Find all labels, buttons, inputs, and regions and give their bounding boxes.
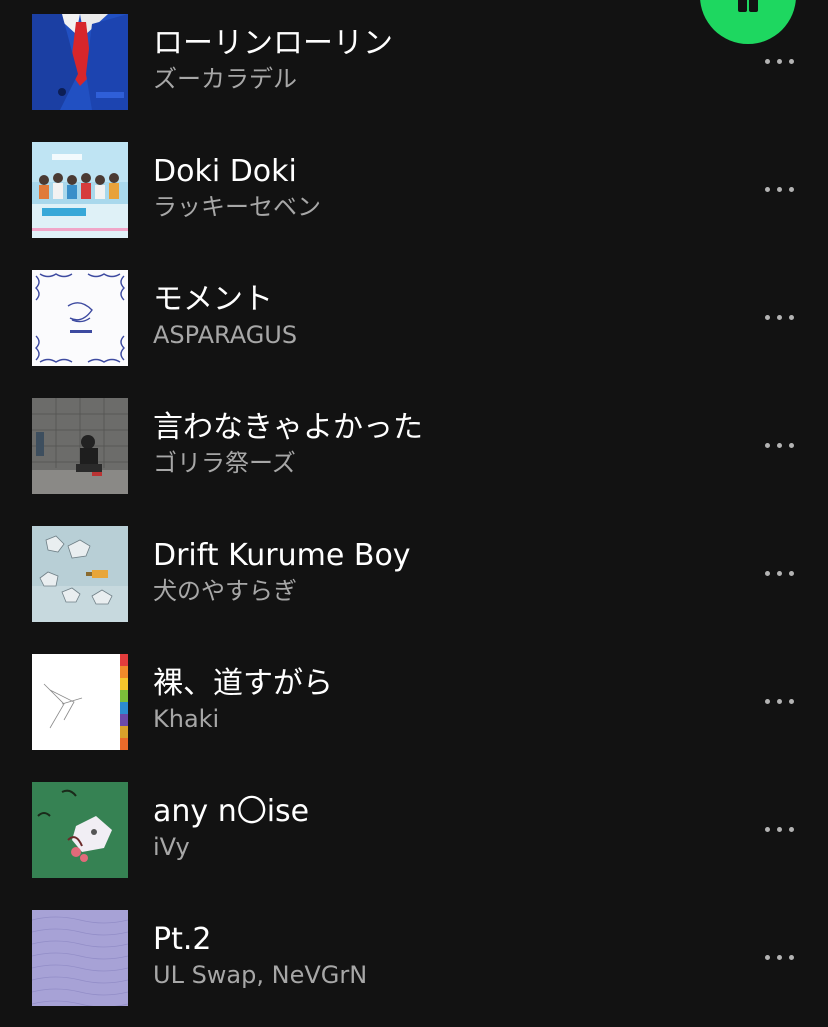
album-cover — [32, 910, 128, 1006]
track-row[interactable]: ローリンローリン ズーカラデル — [0, 14, 828, 142]
track-title: 裸、道すがら — [153, 666, 333, 701]
track-row[interactable]: 言わなきゃよかった ゴリラ祭ーズ — [0, 398, 828, 526]
album-cover — [32, 270, 128, 366]
more-dots-icon — [764, 315, 796, 321]
more-dots-icon — [764, 443, 796, 449]
track-artist: ゴリラ祭ーズ — [153, 449, 296, 477]
more-options-button[interactable] — [756, 50, 804, 74]
more-options-button[interactable] — [756, 306, 804, 330]
track-artist: ASPARAGUS — [153, 321, 298, 349]
track-title: 言わなきゃよかった — [153, 410, 423, 445]
album-cover-art — [32, 526, 128, 622]
more-options-button[interactable] — [756, 690, 804, 714]
track-artist: ズーカラデル — [153, 65, 297, 93]
album-cover-art — [32, 14, 128, 110]
album-cover — [32, 654, 128, 750]
album-cover — [32, 526, 128, 622]
album-cover — [32, 398, 128, 494]
track-title: Pt.2 — [153, 922, 212, 957]
album-cover-art — [32, 270, 128, 366]
track-row[interactable]: Drift Kurume Boy 犬のやすらぎ — [0, 526, 828, 654]
track-row[interactable]: any n〇ise iVy — [0, 782, 828, 910]
more-dots-icon — [764, 699, 796, 705]
more-dots-icon — [764, 59, 796, 65]
track-title: ローリンローリン — [153, 26, 393, 61]
more-options-button[interactable] — [756, 562, 804, 586]
track-artist: Khaki — [153, 705, 220, 733]
album-cover-art — [32, 142, 128, 238]
more-dots-icon — [764, 955, 796, 961]
album-cover-art — [32, 398, 128, 494]
track-artist: UL Swap, NeVGrN — [153, 961, 368, 989]
more-options-button[interactable] — [756, 946, 804, 970]
album-cover — [32, 782, 128, 878]
more-dots-icon — [764, 571, 796, 577]
album-cover — [32, 142, 128, 238]
pause-icon — [732, 0, 764, 12]
track-row[interactable]: Doki Doki ラッキーセベン — [0, 142, 828, 270]
track-artist: 犬のやすらぎ — [153, 577, 297, 605]
album-cover — [32, 14, 128, 110]
track-title: モメント — [153, 282, 273, 317]
track-title: Drift Kurume Boy — [153, 538, 411, 573]
track-row[interactable]: モメント ASPARAGUS — [0, 270, 828, 398]
playlist-screen: ローリンローリン ズーカラデル Doki Doki ラッキーセベン モメント A… — [0, 0, 828, 1027]
more-options-button[interactable] — [756, 434, 804, 458]
more-dots-icon — [764, 187, 796, 193]
track-row[interactable]: Pt.2 UL Swap, NeVGrN — [0, 910, 828, 1027]
track-list: ローリンローリン ズーカラデル Doki Doki ラッキーセベン モメント A… — [0, 14, 828, 1027]
album-cover-art — [32, 654, 128, 750]
track-title: Doki Doki — [153, 154, 297, 189]
more-options-button[interactable] — [756, 818, 804, 842]
more-dots-icon — [764, 827, 796, 833]
more-options-button[interactable] — [756, 178, 804, 202]
track-row[interactable]: 裸、道すがら Khaki — [0, 654, 828, 782]
album-cover-art — [32, 910, 128, 1006]
track-artist: ラッキーセベン — [153, 193, 321, 221]
album-cover-art — [32, 782, 128, 878]
track-title: any n〇ise — [153, 794, 310, 829]
track-artist: iVy — [153, 833, 190, 861]
